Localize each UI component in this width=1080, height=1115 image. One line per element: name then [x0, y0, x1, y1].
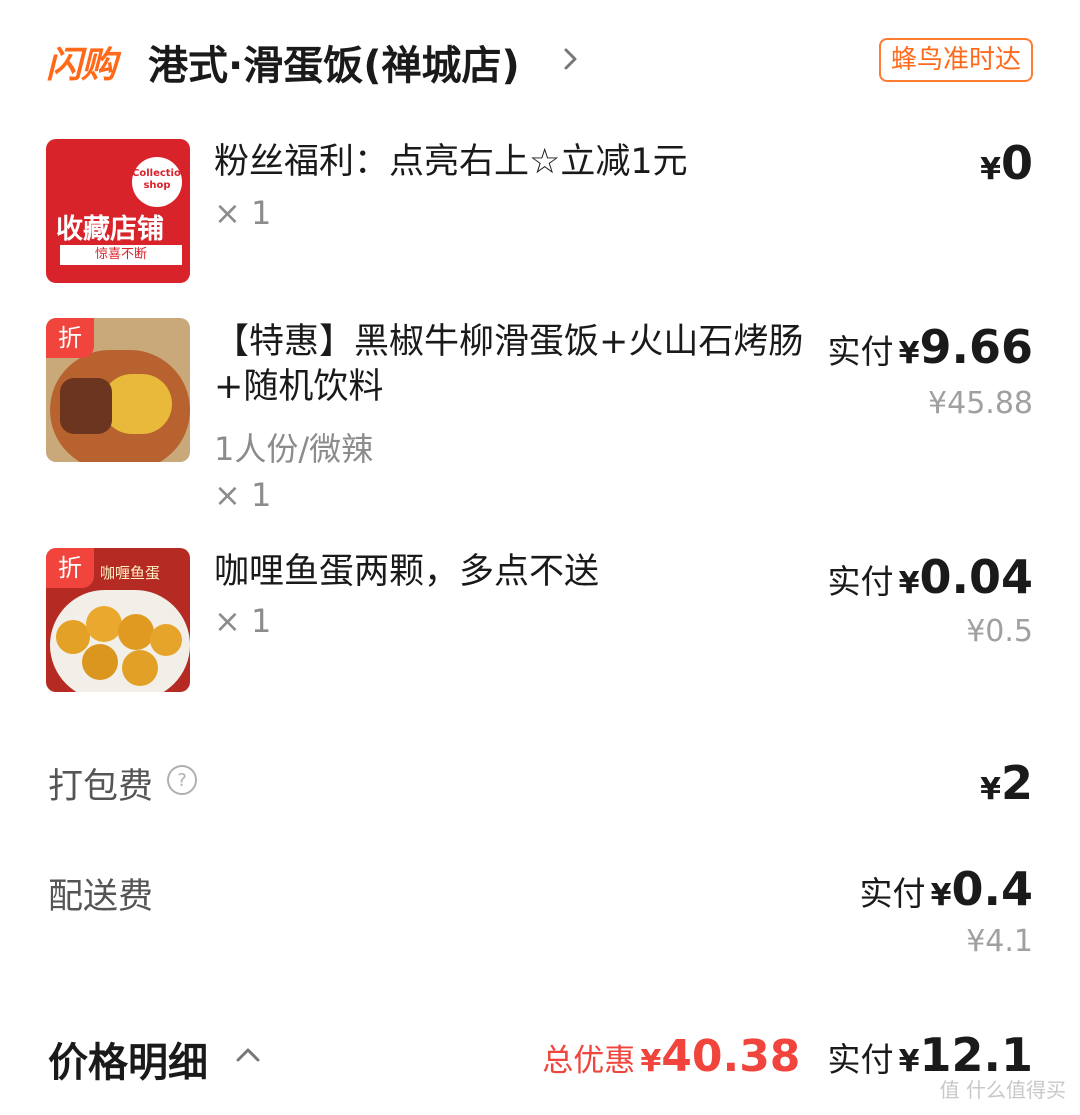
original-price: ¥45.88 [928, 386, 1033, 421]
delivery-fee-price: 实付 ¥0.4 [860, 862, 1033, 916]
svg-text:?: ? [177, 770, 187, 791]
shop-label: shop [143, 180, 171, 191]
item-price: 实付 ¥9.66 [828, 320, 1033, 374]
discount-badge: 折 [46, 318, 94, 358]
pay-label: 实付 [827, 1040, 894, 1079]
currency-symbol: ¥ [898, 336, 920, 371]
fishball [118, 614, 154, 650]
pay-label: 实付 [827, 562, 894, 601]
price-value: 9.66 [919, 320, 1034, 374]
price-detail-toggle[interactable]: 价格明细 [48, 1030, 208, 1088]
currency-symbol: ¥ [898, 566, 920, 601]
total-discount-value: 40.38 [661, 1031, 801, 1082]
delivery-fee-label: 配送费 [48, 877, 154, 917]
collection-label: Collection [132, 168, 188, 179]
item-title: 咖哩鱼蛋两颗，多点不送 [214, 552, 600, 592]
price-value: 2 [1000, 756, 1033, 810]
item-qty: × 1 [214, 602, 272, 640]
item-qty: × 1 [214, 476, 272, 514]
pay-label: 实付 [827, 332, 894, 371]
discount-badge: 折 [46, 548, 94, 588]
collection-shop-badge: Collection shop [132, 157, 188, 207]
packing-fee-price: ¥2 [980, 756, 1033, 810]
chevron-right-icon[interactable] [560, 44, 582, 74]
thumb-caption: 咖喱鱼蛋 [100, 564, 161, 582]
original-price: ¥4.1 [966, 924, 1033, 959]
currency-symbol: ¥ [980, 152, 1001, 187]
fishball [150, 624, 182, 656]
currency-symbol: ¥ [930, 878, 952, 913]
brand-logo: 闪购 [46, 45, 117, 86]
packing-fee-label: 打包费 [48, 767, 154, 807]
item-title: 【特惠】黑椒牛柳滑蛋饭+火山石烤肠+随机饮料 [214, 322, 804, 407]
item-thumbnail[interactable]: 折 [46, 318, 190, 462]
pay-label: 实付 [859, 874, 926, 913]
beef-topping [60, 378, 112, 434]
currency-symbol: ¥ [640, 1044, 662, 1079]
collect-shop-text: 收藏店铺 [56, 214, 164, 245]
price-value: 0.4 [951, 862, 1034, 916]
item-thumbnail[interactable]: Collection shop 收藏店铺 惊喜不断 [46, 139, 190, 283]
price-value: 0.04 [919, 550, 1034, 604]
store-name[interactable]: 港式·滑蛋饭(禅城店) [148, 33, 520, 91]
delivery-badge: 蜂鸟准时达 [878, 38, 1033, 82]
fishball [56, 620, 90, 654]
price-value: 0 [1000, 136, 1033, 190]
total-discount-label: 总优惠 [542, 1043, 636, 1079]
egg-topping [102, 374, 172, 434]
fishball [122, 650, 158, 686]
help-icon[interactable]: ? [166, 764, 198, 796]
item-thumbnail[interactable]: 咖喱鱼蛋 折 [46, 548, 190, 692]
item-title: 粉丝福利：点亮右上☆立减1元 [214, 142, 688, 182]
fishball [82, 644, 118, 680]
item-price: ¥0 [980, 136, 1033, 190]
original-price: ¥0.5 [966, 614, 1033, 649]
watermark: 值 什么值得买 [939, 1078, 1066, 1102]
item-price: 实付 ¥0.04 [828, 550, 1033, 604]
fishball [86, 606, 122, 642]
item-spec: 1人份/微辣 [214, 430, 374, 468]
currency-symbol: ¥ [898, 1044, 920, 1079]
chevron-up-icon[interactable] [234, 1046, 262, 1064]
currency-symbol: ¥ [980, 772, 1001, 807]
surprise-strip: 惊喜不断 [60, 245, 182, 265]
item-qty: × 1 [214, 194, 272, 232]
